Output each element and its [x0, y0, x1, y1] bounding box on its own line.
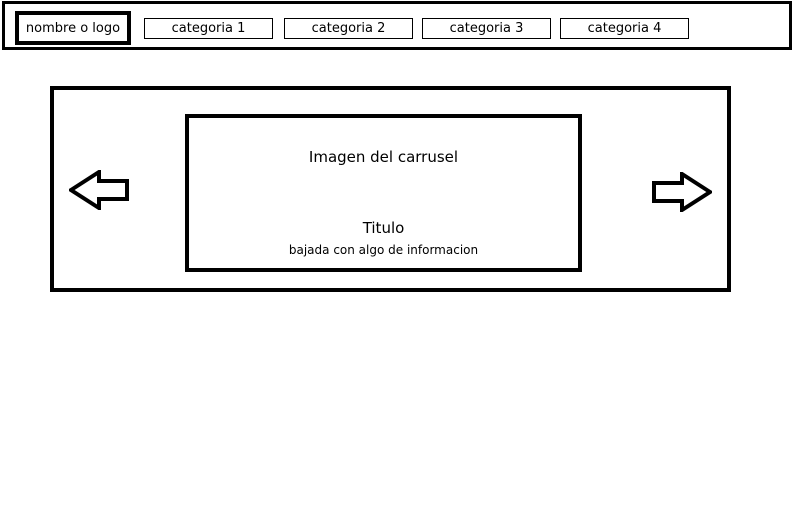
logo[interactable]: nombre o logo — [15, 11, 131, 45]
nav-item-label: categoria 3 — [449, 21, 524, 36]
nav-item-label: categoria 2 — [311, 21, 386, 36]
carousel: Imagen del carrusel Titulo bajada con al… — [50, 86, 731, 292]
slide-title: Titulo — [362, 219, 405, 237]
nav-item-categoria-3[interactable]: categoria 3 — [422, 18, 551, 39]
carousel-image-placeholder: Imagen del carrusel — [308, 148, 459, 166]
arrow-right-icon — [652, 172, 712, 212]
nav-item-categoria-1[interactable]: categoria 1 — [144, 18, 273, 39]
slide-subtitle: bajada con algo de informacion — [288, 243, 479, 257]
arrow-left-icon — [69, 170, 129, 210]
carousel-next-button[interactable] — [650, 172, 712, 212]
carousel-slide[interactable]: Imagen del carrusel Titulo bajada con al… — [185, 114, 582, 272]
nav-item-categoria-4[interactable]: categoria 4 — [560, 18, 689, 39]
nav-item-categoria-2[interactable]: categoria 2 — [284, 18, 413, 39]
logo-label: nombre o logo — [25, 20, 121, 36]
top-navbar: nombre o logo categoria 1 categoria 2 ca… — [2, 1, 792, 50]
carousel-prev-button[interactable] — [69, 170, 131, 210]
nav-item-label: categoria 1 — [171, 21, 246, 36]
nav-item-label: categoria 4 — [587, 21, 662, 36]
